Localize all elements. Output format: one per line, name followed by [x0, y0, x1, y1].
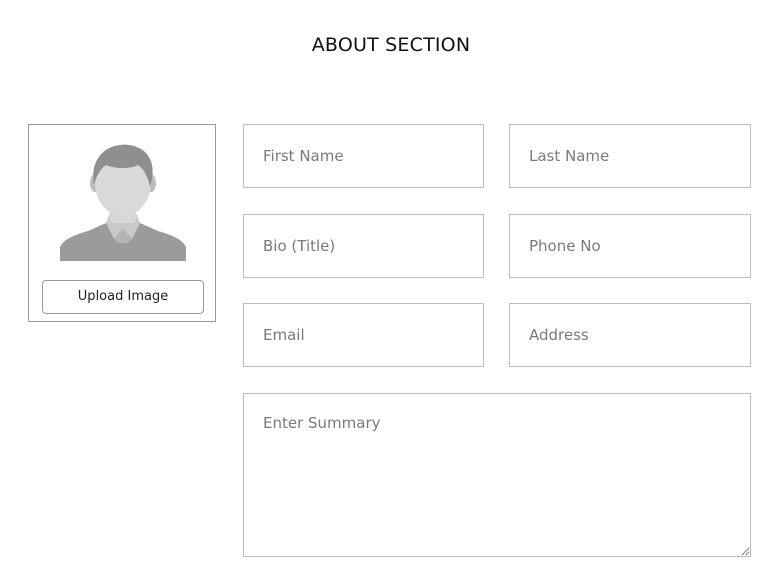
- page-title: ABOUT SECTION: [311, 34, 471, 56]
- email-input[interactable]: [243, 303, 484, 367]
- address-input[interactable]: [509, 303, 751, 367]
- bio-title-input[interactable]: [243, 214, 484, 278]
- last-name-input[interactable]: [509, 124, 751, 188]
- first-name-input[interactable]: [243, 124, 484, 188]
- user-silhouette-icon: [60, 144, 186, 261]
- summary-textarea[interactable]: [243, 393, 751, 557]
- phone-input[interactable]: [509, 214, 751, 278]
- profile-image-panel: Upload Image: [28, 124, 216, 322]
- upload-image-button[interactable]: Upload Image: [42, 280, 204, 314]
